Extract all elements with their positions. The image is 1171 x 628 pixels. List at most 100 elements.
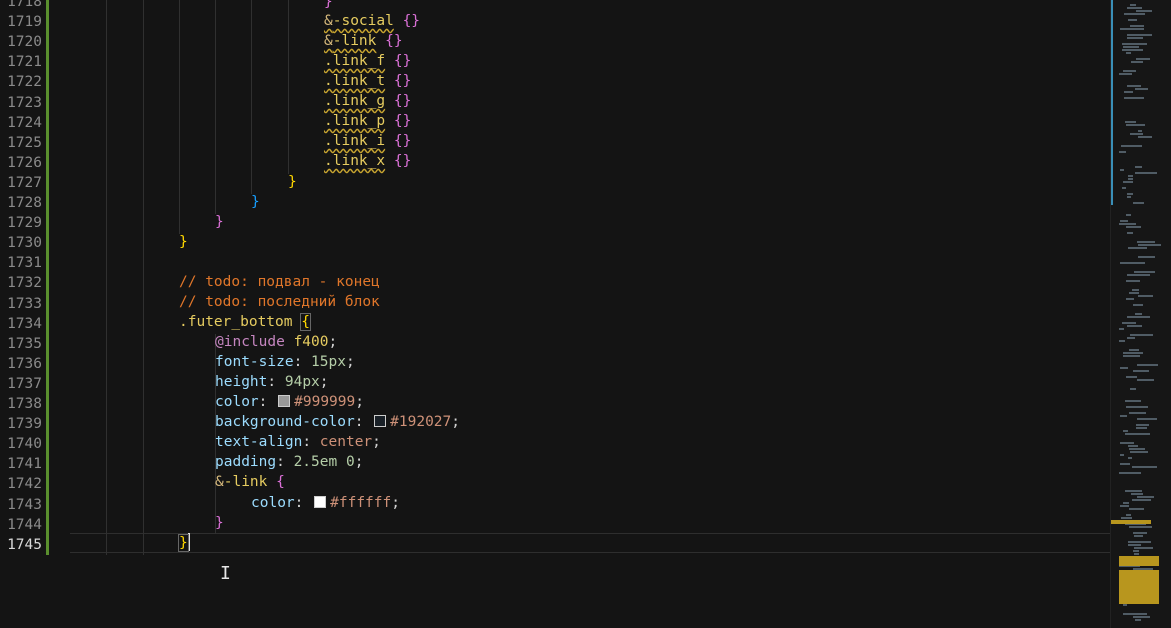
minimap-line (1127, 85, 1141, 87)
minimap-line (1137, 379, 1154, 381)
minimap-line (1122, 49, 1143, 51)
code-line-1721: .link_f {} (324, 53, 412, 69)
code-line-1723: .link_g {} (324, 93, 412, 109)
minimap-line (1135, 313, 1142, 315)
minimap-line (1120, 367, 1128, 369)
line-number: 1744 (7, 516, 42, 533)
minimap-line (1119, 472, 1141, 474)
minimap-line (1127, 37, 1143, 39)
minimap-line (1130, 4, 1136, 6)
minimap-line (1133, 304, 1143, 306)
minimap-line (1128, 445, 1138, 447)
minimap-line (1126, 376, 1137, 378)
line-number: 1720 (7, 34, 42, 51)
line-number: 1725 (7, 134, 42, 151)
text-ibeam-icon: I (220, 563, 231, 584)
minimap-scrollbar[interactable] (1110, 0, 1171, 628)
code-line-1744: } (215, 515, 224, 531)
minimap-line (1119, 151, 1126, 153)
minimap-line (1128, 175, 1133, 177)
code-area[interactable]: } &-social {} &-link {} .link_f {} .link… (70, 0, 1110, 628)
line-number: 1729 (7, 215, 42, 232)
minimap-line (1122, 43, 1147, 45)
minimap-line (1138, 136, 1152, 138)
minimap-line (1125, 433, 1150, 435)
line-number: 1724 (7, 114, 42, 131)
code-line-1732: // todo: подвал - конец (179, 274, 380, 290)
color-swatch-icon[interactable] (314, 496, 327, 508)
minimap-line (1127, 34, 1152, 36)
minimap-line (1138, 295, 1153, 297)
line-number: 1728 (7, 195, 42, 211)
line-number: 1735 (7, 335, 42, 352)
minimap-line (1127, 274, 1150, 276)
code-line-1724: .link_p {} (324, 113, 412, 129)
minimap-line (1124, 13, 1145, 15)
minimap-line (1124, 91, 1133, 93)
minimap-line (1123, 70, 1136, 72)
minimap-line (1135, 88, 1148, 90)
line-number: 1739 (7, 416, 42, 433)
minimap-line (1126, 214, 1131, 216)
minimap-line (1128, 178, 1133, 180)
minimap-line (1136, 10, 1152, 12)
minimap-line (1119, 340, 1125, 342)
minimap-line (1136, 424, 1149, 426)
minimap-line (1120, 28, 1144, 30)
minimap-line (1134, 553, 1139, 555)
color-swatch-icon[interactable] (374, 415, 387, 427)
git-modified-indicator (46, 0, 49, 555)
minimap-line (1133, 370, 1149, 372)
line-number: 1740 (7, 436, 42, 453)
minimap-line (1129, 448, 1145, 450)
minimap-line (1132, 466, 1157, 468)
minimap-line (1135, 619, 1141, 621)
minimap-line (1132, 499, 1151, 501)
minimap-line (1120, 505, 1129, 507)
minimap-line (1126, 406, 1148, 408)
minimap-viewport-indicator[interactable] (1111, 0, 1113, 205)
minimap-line (1122, 322, 1136, 324)
code-line-1733: // todo: последний блок (179, 294, 380, 310)
line-number: 1721 (7, 54, 42, 71)
minimap-line (1134, 547, 1153, 549)
line-number: 1726 (7, 154, 42, 171)
minimap-line (1129, 292, 1139, 294)
minimap-line (1123, 46, 1139, 48)
minimap-highlight (1119, 556, 1159, 566)
code-line-1737: height: 94px; (215, 374, 329, 390)
minimap-line (1119, 73, 1132, 75)
minimap-line (1120, 463, 1130, 465)
indent-guide (179, 0, 180, 234)
minimap-line (1128, 544, 1141, 546)
line-number: 1732 (7, 275, 42, 292)
minimap-line (1126, 514, 1131, 516)
minimap-line (1130, 334, 1153, 336)
minimap-line (1120, 220, 1128, 222)
minimap-line (1133, 550, 1139, 552)
minimap-line (1126, 52, 1131, 54)
minimap-line (1136, 427, 1147, 429)
minimap-line (1122, 187, 1126, 189)
code-line-1740: text-align: center; (215, 434, 381, 450)
code-line-1734: .futer_bottom { (179, 313, 311, 331)
line-number: 1730 (7, 235, 42, 252)
minimap-line (1138, 256, 1155, 258)
indent-guide (251, 0, 252, 194)
color-swatch-icon[interactable] (278, 395, 291, 407)
minimap-line (1126, 280, 1140, 282)
minimap-line (1130, 451, 1148, 453)
minimap-line (1125, 121, 1136, 123)
minimap-line (1131, 493, 1143, 495)
code-line-1730: } (179, 234, 188, 250)
code-editor[interactable]: 1718 1719 1720 1721 1722 1723 1724 1725 1726 1727… (0, 0, 1110, 628)
code-line-1728: } (251, 194, 260, 210)
line-number: 1737 (7, 375, 42, 392)
minimap-line (1126, 226, 1141, 228)
code-line-1719: &-social {} (324, 13, 421, 29)
minimap-line (1125, 400, 1141, 402)
minimap-line (1127, 196, 1131, 198)
code-line-1739: background-color: #192027; (215, 414, 460, 430)
minimap-line (1120, 442, 1134, 444)
minimap-line (1128, 247, 1147, 249)
